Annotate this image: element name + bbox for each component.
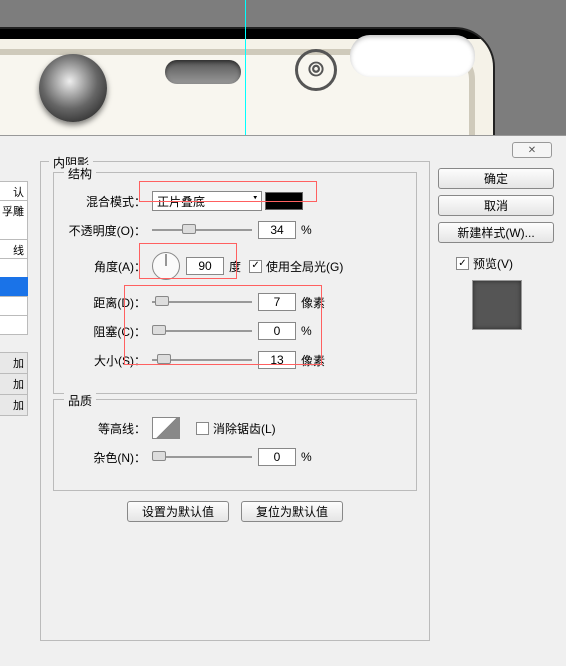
ok-button[interactable]: 确定: [438, 168, 554, 189]
opacity-unit: %: [301, 223, 312, 237]
distance-unit: 像素: [301, 294, 325, 311]
global-light-label: 使用全局光(G): [266, 258, 343, 275]
angle-label: 角度(A)：: [66, 258, 146, 275]
distance-input[interactable]: 7: [258, 293, 296, 311]
contour-picker[interactable]: [152, 417, 180, 439]
sidebar-add-button[interactable]: 加: [0, 394, 28, 416]
slot-graphic: [350, 35, 475, 77]
sidebar-item[interactable]: [0, 296, 28, 316]
distance-label: 距离(D)：: [66, 294, 146, 311]
sidebar-item-selected[interactable]: [0, 277, 28, 297]
set-default-button[interactable]: 设置为默认值: [127, 501, 229, 522]
size-label: 大小(S)：: [66, 352, 146, 369]
structure-legend: 结构: [64, 165, 96, 182]
quality-legend: 品质: [64, 392, 96, 409]
angle-input[interactable]: 90: [186, 257, 224, 275]
blend-mode-select[interactable]: 正片叠底: [152, 191, 262, 211]
antialias-label: 消除锯齿(L): [213, 420, 276, 437]
spread-label: 阻塞(C)：: [66, 323, 146, 340]
sidebar-add-button[interactable]: 加: [0, 373, 28, 395]
preview-swatch: [472, 280, 522, 330]
noise-slider[interactable]: [152, 452, 252, 462]
opacity-input[interactable]: 34: [258, 221, 296, 239]
knob-graphic: [39, 54, 107, 122]
antialias-checkbox[interactable]: 消除锯齿(L): [196, 420, 276, 437]
checkbox-check-icon: ✓: [456, 257, 469, 270]
checkbox-box-icon: [196, 422, 209, 435]
sidebar-add-button[interactable]: 加: [0, 352, 28, 374]
guide-line[interactable]: [245, 0, 246, 135]
angle-unit: 度: [229, 258, 241, 275]
size-slider[interactable]: [152, 355, 252, 365]
size-unit: 像素: [301, 352, 325, 369]
sidebar-item[interactable]: 认: [0, 181, 28, 201]
sidebar-item[interactable]: [0, 315, 28, 335]
spread-input[interactable]: 0: [258, 322, 296, 340]
preview-label: 预览(V): [473, 255, 513, 272]
opacity-slider[interactable]: [152, 225, 252, 235]
contour-label: 等高线：: [66, 420, 146, 437]
sidebar-item[interactable]: 孚雕: [0, 200, 28, 240]
global-light-checkbox[interactable]: ✓ 使用全局光(G): [249, 258, 343, 275]
reset-default-button[interactable]: 复位为默认值: [241, 501, 343, 522]
spread-unit: %: [301, 324, 312, 338]
preview-checkbox[interactable]: ✓ 预览(V): [456, 255, 513, 272]
speaker-pill: [165, 60, 241, 84]
sidebar-item[interactable]: 线: [0, 239, 28, 259]
angle-dial[interactable]: [152, 252, 180, 280]
noise-input[interactable]: 0: [258, 448, 296, 466]
blend-mode-label: 混合模式：: [66, 193, 146, 210]
color-swatch[interactable]: [265, 192, 303, 210]
checkbox-check-icon: ✓: [249, 260, 262, 273]
opacity-label: 不透明度(O)：: [66, 222, 146, 239]
noise-unit: %: [301, 450, 312, 464]
sidebar-item[interactable]: [0, 258, 28, 278]
size-input[interactable]: 13: [258, 351, 296, 369]
cancel-button[interactable]: 取消: [438, 195, 554, 216]
medallion-icon: ⦾: [295, 49, 337, 91]
spread-slider[interactable]: [152, 326, 252, 336]
new-style-button[interactable]: 新建样式(W)...: [438, 222, 554, 243]
distance-slider[interactable]: [152, 297, 252, 307]
noise-label: 杂色(N)：: [66, 449, 146, 466]
window-close-button[interactable]: ✕: [512, 142, 552, 158]
